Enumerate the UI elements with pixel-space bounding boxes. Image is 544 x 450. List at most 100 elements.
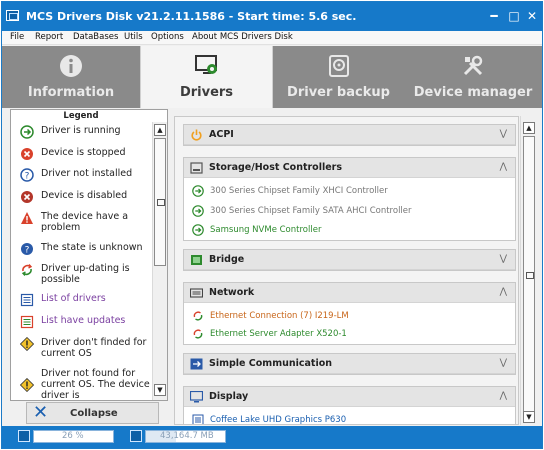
group-network: Network ⋀ Ethernet Connection (7) I219-L… <box>183 282 516 345</box>
running-arrow-icon <box>192 224 204 236</box>
unknown-question-icon: ? <box>21 243 33 256</box>
tab-driver-backup[interactable]: Driver backup <box>273 46 404 108</box>
tab-drivers[interactable]: Drivers <box>140 46 273 108</box>
title-bar: MCS Drivers Disk v21.2.11.1586 - Start t… <box>2 2 542 31</box>
cpu-icon <box>18 430 30 442</box>
list-icon <box>192 414 204 424</box>
legend-scroll-thumb[interactable] <box>154 138 166 266</box>
driver-item[interactable]: Samsung NVMe Controller <box>192 224 502 238</box>
group-simple-communication: Simple Communication ⋁ <box>183 353 516 375</box>
scroll-up-arrow-icon[interactable]: ▲ <box>154 124 166 136</box>
scroll-up-arrow-icon[interactable]: ▲ <box>523 122 535 134</box>
update-arrows-icon <box>21 264 33 276</box>
memory-usage-field: 43,164.7 MB <box>145 430 226 443</box>
chevron-up-icon[interactable]: ⋀ <box>500 391 507 401</box>
legend-panel: Legend Driver is running Device is stopp… <box>10 109 168 401</box>
legend-label: Driver don't finded for current OS <box>41 337 147 359</box>
menu-about[interactable]: About MCS Drivers Disk <box>192 32 293 42</box>
legend-label: The state is unknown <box>41 242 143 253</box>
update-arrows-icon <box>193 329 203 339</box>
group-storage-host-controllers: Storage/Host Controllers ⋀ 300 Series Ch… <box>183 157 516 241</box>
driver-item[interactable]: Ethernet Server Adapter X520-1 <box>192 328 502 342</box>
running-arrow-icon <box>20 125 34 139</box>
driver-list-scroll-thumb[interactable] <box>523 136 535 413</box>
driver-item[interactable]: 300 Series Chipset Family XHCI Controlle… <box>192 185 502 199</box>
group-title: Bridge <box>209 254 245 265</box>
chevron-down-icon[interactable]: ⋁ <box>500 129 507 139</box>
driver-name: Ethernet Server Adapter X520-1 <box>210 329 347 339</box>
window-title: MCS Drivers Disk v21.2.11.1586 - Start t… <box>26 10 357 23</box>
close-button[interactable]: ✕ <box>524 8 540 24</box>
minimize-button[interactable]: ━ <box>486 8 502 24</box>
group-title: ACPI <box>209 129 234 140</box>
legend-scrollbar[interactable]: ▲ ▼ <box>152 122 167 400</box>
legend-label: Driver not found for current OS. The dev… <box>41 368 150 401</box>
tab-label: Driver backup <box>287 85 390 100</box>
tab-device-manager[interactable]: Device manager <box>404 46 542 108</box>
driver-list-scrollbar[interactable]: ▲ ▼ <box>520 116 536 425</box>
driver-list-panel: ACPI ⋁ Storage/Host Controllers ⋀ 300 Se… <box>174 116 519 425</box>
group-header[interactable]: Simple Communication ⋁ <box>184 354 515 374</box>
memory-icon <box>130 430 142 442</box>
legend-label: Driver up-dating is possible <box>41 263 130 285</box>
driver-name: 300 Series Chipset Family XHCI Controlle… <box>210 186 388 196</box>
legend-label: List have updates <box>41 315 126 326</box>
driver-item[interactable]: 300 Series Chipset Family SATA AHCI Cont… <box>192 205 502 219</box>
list-icon <box>20 293 34 307</box>
menu-file[interactable]: File <box>10 32 24 42</box>
storage-icon <box>190 162 203 174</box>
chevron-up-icon[interactable]: ⋀ <box>500 162 507 172</box>
legend-label: List of drivers <box>41 293 106 304</box>
driver-item[interactable]: Coffee Lake UHD Graphics P630 <box>192 414 502 425</box>
group-title: Network <box>209 287 255 298</box>
group-header[interactable]: Display ⋀ <box>184 387 515 407</box>
warning-triangle-icon <box>21 212 33 224</box>
menu-utils[interactable]: Utils <box>124 32 143 42</box>
backup-disk-icon <box>328 55 349 77</box>
menu-options[interactable]: Options <box>151 32 184 42</box>
driver-name: Samsung NVMe Controller <box>210 225 322 235</box>
svg-text:?: ? <box>25 246 30 256</box>
svg-text:?: ? <box>25 172 30 182</box>
tab-label: Information <box>27 85 115 100</box>
cpu-usage-bar <box>34 431 55 442</box>
chevron-down-icon[interactable]: ⋁ <box>500 358 507 368</box>
group-acpi: ACPI ⋁ <box>183 124 516 146</box>
menu-bar: File Report DataBases Utils Options Abou… <box>2 31 542 45</box>
group-title: Storage/Host Controllers <box>209 162 343 173</box>
group-header[interactable]: Storage/Host Controllers ⋀ <box>184 158 515 178</box>
group-header[interactable]: Bridge ⋁ <box>184 250 515 270</box>
maximize-button[interactable]: □ <box>506 8 522 24</box>
legend-label: Device is stopped <box>41 147 126 158</box>
driver-name: 300 Series Chipset Family SATA AHCI Cont… <box>210 206 412 216</box>
diamond-warning-icon <box>20 378 34 392</box>
info-icon <box>60 55 82 77</box>
legend-label: Driver is running <box>41 125 121 136</box>
update-arrows-icon <box>193 311 203 321</box>
group-header[interactable]: ACPI ⋁ <box>184 125 515 145</box>
scroll-down-arrow-icon[interactable]: ▼ <box>523 411 535 423</box>
disabled-x-icon <box>21 191 33 203</box>
display-icon <box>190 391 203 403</box>
tab-information[interactable]: Information <box>2 46 140 108</box>
legend-label: Driver not installed <box>41 168 133 179</box>
tab-label: Device manager <box>413 85 533 100</box>
monitor-gear-icon <box>194 55 217 74</box>
menu-databases[interactable]: DataBases <box>73 32 118 42</box>
menu-report[interactable]: Report <box>35 32 63 42</box>
collapse-x-icon: ✕ <box>33 402 49 423</box>
group-display: Display ⋀ Coffee Lake UHD Graphics P630 <box>183 386 516 425</box>
chevron-up-icon[interactable]: ⋀ <box>500 287 507 297</box>
legend-label: Device is disabled <box>41 190 128 201</box>
collapse-button[interactable]: ✕ Collapse <box>26 402 159 424</box>
diamond-warning-icon <box>20 337 34 351</box>
app-logo-icon <box>6 10 19 21</box>
list-updates-icon <box>20 315 34 329</box>
question-circle-icon: ? <box>20 168 34 182</box>
driver-item[interactable]: Ethernet Connection (7) I219-LM <box>192 310 502 324</box>
group-header[interactable]: Network ⋀ <box>184 283 515 303</box>
chevron-down-icon[interactable]: ⋁ <box>500 254 507 264</box>
collapse-label: Collapse <box>70 408 118 419</box>
scroll-down-arrow-icon[interactable]: ▼ <box>154 384 166 396</box>
driver-name: Coffee Lake UHD Graphics P630 <box>210 415 347 425</box>
